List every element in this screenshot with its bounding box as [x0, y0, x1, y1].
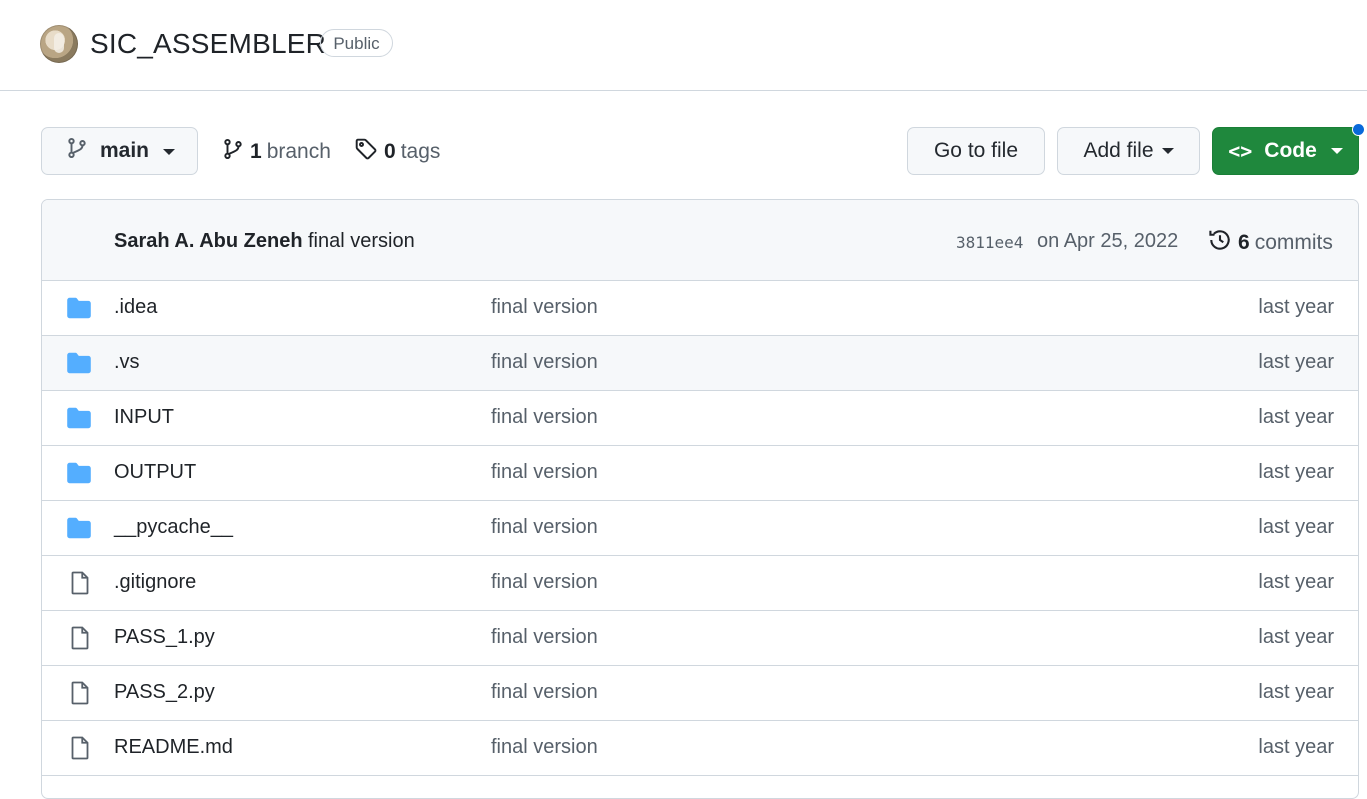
- file-name-link[interactable]: .vs: [114, 351, 140, 374]
- commits-link[interactable]: 6 commits: [1208, 228, 1333, 258]
- file-name-link[interactable]: INPUT: [114, 406, 174, 429]
- file-age: last year: [1258, 296, 1334, 318]
- tag-icon: [354, 137, 378, 167]
- file-commit-message-link[interactable]: final version: [491, 406, 598, 429]
- file-age: last year: [1258, 571, 1334, 593]
- repo-name[interactable]: SIC_ASSEMBLER: [90, 26, 326, 62]
- branch-name: main: [100, 139, 150, 162]
- file-commit-message-link[interactable]: final version: [491, 681, 598, 704]
- file-name-link[interactable]: PASS_2.py: [114, 681, 215, 704]
- add-file-label: Add file: [1083, 139, 1154, 162]
- notification-dot: [1352, 123, 1365, 136]
- go-to-file-button[interactable]: Go to file: [907, 127, 1045, 175]
- folder-icon: [66, 517, 92, 544]
- add-file-button[interactable]: Add file: [1057, 127, 1200, 175]
- file-name-link[interactable]: .idea: [114, 296, 157, 319]
- file-age: last year: [1258, 461, 1334, 483]
- commit-date: on Apr 25, 2022: [1037, 230, 1179, 252]
- file-row[interactable]: README.md final version last year: [42, 721, 1358, 776]
- file-age: last year: [1258, 516, 1334, 538]
- repo-header: SIC_ASSEMBLER Public: [0, 0, 1367, 91]
- file-icon: [68, 680, 92, 711]
- file-row[interactable]: .vs final version last year: [42, 336, 1358, 391]
- tag-count: 0: [384, 140, 396, 163]
- file-name-link[interactable]: README.md: [114, 736, 233, 759]
- file-age: last year: [1258, 681, 1334, 703]
- file-commit-message-link[interactable]: final version: [491, 516, 598, 539]
- file-age: last year: [1258, 736, 1334, 758]
- commit-message[interactable]: final version: [308, 230, 415, 253]
- chevron-down-icon: [1330, 148, 1343, 154]
- file-icon: [68, 625, 92, 656]
- file-age: last year: [1258, 351, 1334, 373]
- tag-word: tags: [400, 140, 441, 163]
- folder-icon: [66, 407, 92, 434]
- latest-commit-bar: Sarah A. Abu Zeneh final version 3811ee4…: [42, 200, 1358, 281]
- file-commit-message-link[interactable]: final version: [491, 351, 598, 374]
- folder-icon: [66, 462, 92, 489]
- file-row[interactable]: PASS_1.py final version last year: [42, 611, 1358, 666]
- history-icon: [1208, 228, 1232, 258]
- file-commit-message-link[interactable]: final version: [491, 626, 598, 649]
- code-label: Code: [1264, 139, 1317, 162]
- code-button[interactable]: <> Code: [1212, 127, 1359, 175]
- folder-icon: [66, 297, 92, 324]
- file-row[interactable]: INPUT final version last year: [42, 391, 1358, 446]
- file-name-link[interactable]: .gitignore: [114, 571, 196, 594]
- commit-count-word: commits: [1254, 231, 1333, 254]
- file-row[interactable]: .gitignore final version last year: [42, 556, 1358, 611]
- file-browser: Sarah A. Abu Zeneh final version 3811ee4…: [41, 199, 1359, 799]
- commit-count: 6: [1238, 231, 1250, 254]
- code-icon: <>: [1228, 139, 1253, 163]
- file-commit-message-link[interactable]: final version: [491, 296, 598, 319]
- file-row[interactable]: __pycache__ final version last year: [42, 501, 1358, 556]
- file-name-link[interactable]: __pycache__: [114, 516, 233, 539]
- file-icon: [68, 570, 92, 601]
- file-commit-message-link[interactable]: final version: [491, 461, 598, 484]
- file-row[interactable]: .idea final version last year: [42, 281, 1358, 336]
- branch-word: branch: [266, 140, 331, 163]
- git-branch-icon: [222, 137, 244, 167]
- file-list: .idea final version last year .vs final vers…: [42, 281, 1358, 776]
- owner-avatar[interactable]: [40, 25, 78, 63]
- branch-select-button[interactable]: main: [41, 127, 198, 175]
- file-row[interactable]: OUTPUT final version last year: [42, 446, 1358, 501]
- file-age: last year: [1258, 626, 1334, 648]
- chevron-down-icon: [1161, 148, 1174, 154]
- chevron-down-icon: [163, 149, 176, 155]
- file-icon: [68, 735, 92, 766]
- tags-link[interactable]: 0 tags: [354, 137, 440, 167]
- folder-icon: [66, 352, 92, 379]
- commit-author[interactable]: Sarah A. Abu Zeneh: [114, 230, 303, 253]
- file-commit-message-link[interactable]: final version: [491, 571, 598, 594]
- branches-link[interactable]: 1 branch: [222, 137, 331, 167]
- file-name-link[interactable]: PASS_1.py: [114, 626, 215, 649]
- file-commit-message-link[interactable]: final version: [491, 736, 598, 759]
- visibility-badge: Public: [320, 29, 393, 57]
- file-age: last year: [1258, 406, 1334, 428]
- git-branch-icon: [66, 136, 88, 166]
- branch-count: 1: [250, 140, 262, 163]
- go-to-file-label: Go to file: [933, 139, 1019, 162]
- commit-sha[interactable]: 3811ee4: [956, 233, 1023, 252]
- file-name-link[interactable]: OUTPUT: [114, 461, 196, 484]
- file-row[interactable]: PASS_2.py final version last year: [42, 666, 1358, 721]
